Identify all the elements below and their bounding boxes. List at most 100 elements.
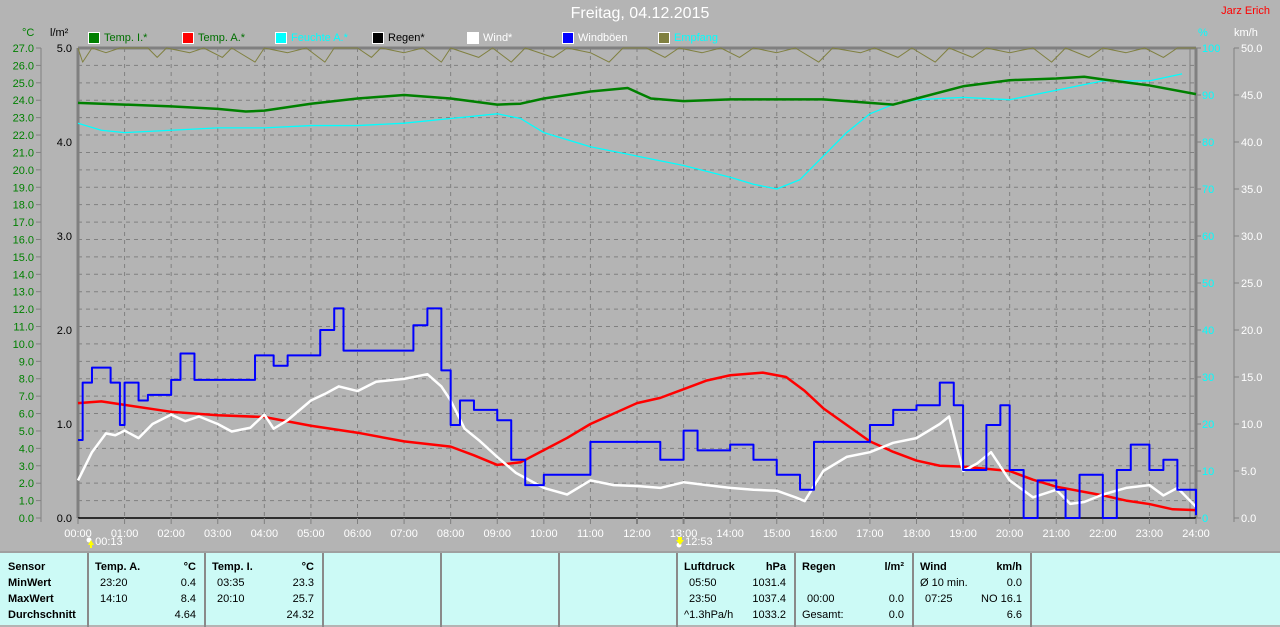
column-unit: l/m² xyxy=(884,561,904,573)
marker-time: 00:13 xyxy=(95,536,123,548)
rain-tick-label: 1.0 xyxy=(57,419,72,431)
x-tick-label: 17:00 xyxy=(856,528,884,540)
event-marker: 00:13 xyxy=(86,536,123,548)
row-time: 23:20 xyxy=(100,577,128,589)
rain-tick-label: 3.0 xyxy=(57,231,72,243)
x-tick-label: 15:00 xyxy=(763,528,791,540)
panel-column: Temp. I. °C 03:35 23.3 20:10 25.7 24.32 xyxy=(206,553,324,627)
temp-tick-label: 19.0 xyxy=(13,182,34,194)
x-tick-label: 05:00 xyxy=(297,528,325,540)
humidity-tick-label: 10 xyxy=(1202,466,1214,478)
x-tick-label: 22:00 xyxy=(1089,528,1117,540)
x-tick-label: 09:00 xyxy=(483,528,511,540)
temp-tick-label: 18.0 xyxy=(13,200,34,212)
panel-column: Regen l/m² 00:00 0.0 Gesamt: 0.0 xyxy=(796,553,914,627)
row-value: 0.0 xyxy=(888,593,904,605)
row-time: Ø 10 min. xyxy=(920,577,968,589)
marker-time: 12:53 xyxy=(685,536,713,548)
column-header: Temp. I. xyxy=(212,561,253,573)
column-header: Luftdruck xyxy=(684,561,735,573)
wind-tick-label: 10.0 xyxy=(1241,419,1262,431)
row-time: 05:50 xyxy=(689,577,717,589)
rain-tick-label: 2.0 xyxy=(57,325,72,337)
row-value: NO 16.1 xyxy=(981,593,1022,605)
row-value: 6.6 xyxy=(1006,609,1022,621)
weather-chart: 0.0 1.0 2.0 3.0 4.0 5.0 6.0 7.0 8.0 9.0 10.0 11.0 12… xyxy=(13,43,1263,540)
wind-tick-label: 20.0 xyxy=(1241,325,1262,337)
temp-tick-label: 12.0 xyxy=(13,304,34,316)
temp-tick-label: 15.0 xyxy=(13,252,34,264)
temp-tick-label: 5.0 xyxy=(19,426,34,438)
column-unit: km/h xyxy=(996,561,1022,573)
x-tick-label: 10:00 xyxy=(530,528,558,540)
humidity-tick-label: 40 xyxy=(1202,325,1214,337)
x-tick-label: 21:00 xyxy=(1042,528,1070,540)
row-value: 1031.4 xyxy=(752,577,786,589)
row-time: 14:10 xyxy=(100,593,128,605)
row-time: 20:10 xyxy=(217,593,245,605)
temp-tick-label: 7.0 xyxy=(19,391,34,403)
rain-tick-label: 4.0 xyxy=(57,137,72,149)
wind-tick-label: 15.0 xyxy=(1241,372,1262,384)
temp-tick-label: 25.0 xyxy=(13,78,34,90)
x-tick-label: 18:00 xyxy=(903,528,931,540)
row-time: 07:25 xyxy=(925,593,953,605)
panel-column: Wind km/h Ø 10 min. 0.0 07:25 NO 16.1 6.6 xyxy=(914,553,1032,627)
row-time: ^1.3hPa/h xyxy=(684,609,734,621)
temp-tick-label: 17.0 xyxy=(13,217,34,229)
wind-tick-label: 50.0 xyxy=(1241,43,1262,55)
wind-tick-label: 45.0 xyxy=(1241,90,1262,102)
row-value: 4.64 xyxy=(174,609,196,621)
row-time: 23:50 xyxy=(689,593,717,605)
column-header: Temp. A. xyxy=(95,561,141,573)
temp-tick-label: 13.0 xyxy=(13,287,34,299)
temp-tick-label: 22.0 xyxy=(13,130,34,142)
row-value: 8.4 xyxy=(180,593,196,605)
temp-tick-label: 3.0 xyxy=(19,461,34,473)
row-time: 03:35 xyxy=(217,577,245,589)
column-header: Wind xyxy=(920,561,947,573)
moonrise-icon xyxy=(86,537,95,548)
humidity-tick-label: 60 xyxy=(1202,231,1214,243)
row-value: 23.3 xyxy=(292,577,314,589)
row-value: 1033.2 xyxy=(752,609,786,621)
rain-tick-label: 0.0 xyxy=(57,513,72,525)
temp-tick-label: 10.0 xyxy=(13,339,34,351)
column-unit: hPa xyxy=(765,561,786,573)
temp-tick-label: 24.0 xyxy=(13,95,34,107)
x-tick-label: 08:00 xyxy=(437,528,465,540)
statistics-panel: Sensor MinWert MaxWert Durchschnitt Temp. A.… xyxy=(0,551,1280,627)
wind-tick-label: 5.0 xyxy=(1241,466,1256,478)
temp-tick-label: 20.0 xyxy=(13,165,34,177)
row-value: 1037.4 xyxy=(752,593,786,605)
panel-column: Temp. A. °C 23:20 0.4 14:10 8.4 4.64 xyxy=(89,553,206,627)
row-value: 0.0 xyxy=(1006,577,1022,589)
row-value: 0.0 xyxy=(888,609,904,621)
temp-tick-label: 6.0 xyxy=(19,409,34,421)
sensor-row-label: MinWert xyxy=(8,577,52,589)
row-value: 25.7 xyxy=(292,593,314,605)
x-tick-label: 11:00 xyxy=(577,528,604,540)
panel-column xyxy=(560,553,678,627)
humidity-tick-label: 100 xyxy=(1202,43,1220,55)
x-tick-label: 23:00 xyxy=(1136,528,1164,540)
x-tick-label: 20:00 xyxy=(996,528,1024,540)
column-unit: °C xyxy=(301,561,314,573)
x-tick-label: 19:00 xyxy=(949,528,977,540)
temp-tick-label: 26.0 xyxy=(13,60,34,72)
sensor-row-label: Sensor xyxy=(8,561,46,573)
x-tick-label: 16:00 xyxy=(810,528,838,540)
wind-tick-label: 40.0 xyxy=(1241,137,1262,149)
row-time: 00:00 xyxy=(807,593,835,605)
x-tick-label: 06:00 xyxy=(344,528,372,540)
temp-tick-label: 1.0 xyxy=(19,496,34,508)
temp-tick-label: 9.0 xyxy=(19,356,34,368)
row-value: 24.32 xyxy=(286,609,314,621)
x-tick-label: 24:00 xyxy=(1182,528,1210,540)
sensor-row-label: Durchschnitt xyxy=(8,609,76,621)
row-time: Gesamt: xyxy=(802,609,844,621)
wind-tick-label: 0.0 xyxy=(1241,513,1256,525)
sensor-row-label: MaxWert xyxy=(8,593,54,605)
humidity-tick-label: 70 xyxy=(1202,184,1214,196)
temp-tick-label: 2.0 xyxy=(19,478,34,490)
